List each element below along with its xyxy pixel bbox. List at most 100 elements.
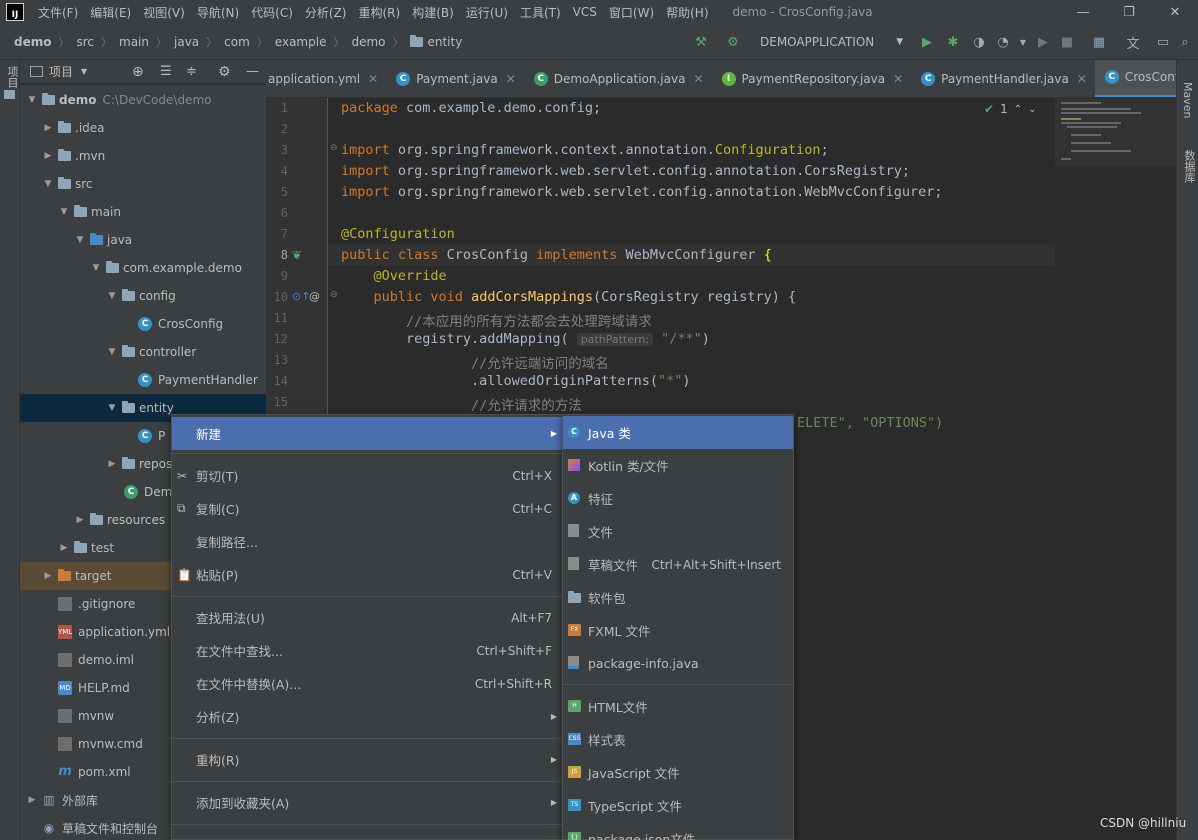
- chevron-up-icon[interactable]: ⌃: [1014, 104, 1022, 115]
- chevron-down-icon[interactable]: ▼: [42, 179, 54, 189]
- breadcrumb-item[interactable]: example: [275, 35, 327, 49]
- submenu-item-html[interactable]: H HTML文件: [563, 690, 793, 723]
- menu-item-add-to-favorites[interactable]: 添加到收藏夹(A) ▶: [172, 786, 562, 819]
- chevron-right-icon[interactable]: ▶: [58, 543, 70, 553]
- menu-item-analyze[interactable]: 分析(Z) ▶: [172, 700, 562, 733]
- menu-vcs[interactable]: VCS: [567, 5, 603, 19]
- submenu-item-package-info[interactable]: package-info.java: [563, 647, 793, 680]
- chevron-down-icon[interactable]: ▼: [106, 291, 118, 301]
- chevron-down-icon[interactable]: ⌄: [1028, 104, 1036, 115]
- project-structure-icon[interactable]: ▦: [1090, 33, 1108, 51]
- layout-icon[interactable]: ▭: [1154, 33, 1172, 51]
- attach-icon[interactable]: ▶: [1034, 33, 1052, 51]
- submenu-item-scratch-file[interactable]: 草稿文件 Ctrl+Alt+Shift+Insert: [563, 548, 793, 581]
- tree-node-demo[interactable]: ▼ demo C:\DevCode\demo: [20, 86, 266, 114]
- tree-node-paymenthandler[interactable]: C PaymentHandler: [20, 366, 266, 394]
- more-run-options-icon[interactable]: ▼: [1014, 33, 1032, 51]
- inspection-widget[interactable]: ✔ 1 ⌃ ⌄: [984, 102, 1036, 116]
- minimize-icon[interactable]: —: [1060, 0, 1106, 24]
- close-icon[interactable]: ✕: [1077, 72, 1087, 86]
- chevron-down-icon[interactable]: ▼: [90, 263, 102, 273]
- chevron-right-icon[interactable]: ▶: [42, 151, 54, 161]
- tab-demoapplication[interactable]: C DemoApplication.java ✕: [524, 60, 712, 97]
- tree-node-controller[interactable]: ▼ controller: [20, 338, 266, 366]
- submenu-item-trait[interactable]: A 特征: [563, 482, 793, 515]
- menu-item-refactor[interactable]: 重构(R) ▶: [172, 743, 562, 776]
- submenu-item-package-json[interactable]: {} package.json文件: [563, 822, 793, 840]
- search-icon[interactable]: ⌕: [1176, 33, 1194, 51]
- menu-navigate[interactable]: 导航(N): [191, 4, 245, 21]
- chevron-down-icon[interactable]: ▼: [106, 403, 118, 413]
- run-configuration-selector[interactable]: DEMOAPPLICATION ▼: [760, 24, 903, 60]
- implements-gutter-icon[interactable]: ⊙↑: [292, 290, 310, 303]
- tree-node-com-example-demo[interactable]: ▼ com.example.demo: [20, 254, 266, 282]
- hide-panel-icon[interactable]: —: [246, 64, 259, 79]
- menu-file[interactable]: 文件(F): [32, 4, 84, 21]
- menu-item-replace-in-files[interactable]: 在文件中替换(A)... Ctrl+Shift+R: [172, 667, 562, 700]
- menu-help[interactable]: 帮助(H): [660, 4, 714, 21]
- project-tool-window-button[interactable]: 项目: [4, 66, 20, 88]
- expand-all-icon[interactable]: ☰: [160, 64, 172, 79]
- submenu-item-typescript[interactable]: TS TypeScript 文件: [563, 789, 793, 822]
- database-tool-window-button[interactable]: 数据库: [1181, 150, 1197, 183]
- menu-item-copy[interactable]: ⧉ 复制(C) Ctrl+C: [172, 492, 562, 525]
- close-icon[interactable]: ✕: [506, 72, 516, 86]
- submenu-item-fxml[interactable]: FX FXML 文件: [563, 614, 793, 647]
- chevron-down-icon[interactable]: ▼: [26, 95, 38, 105]
- menu-item-find-usages[interactable]: 查找用法(U) Alt+F7: [172, 601, 562, 634]
- breadcrumb-item[interactable]: src: [76, 35, 94, 49]
- menu-item-find-in-files[interactable]: 在文件中查找... Ctrl+Shift+F: [172, 634, 562, 667]
- menu-item-new[interactable]: 新建 ▶: [172, 417, 562, 450]
- fold-icon[interactable]: ⊖: [330, 143, 338, 153]
- tree-node-mvn[interactable]: ▶ .mvn: [20, 142, 266, 170]
- coverage-icon[interactable]: ◑: [970, 33, 988, 51]
- tree-node-java[interactable]: ▼ java: [20, 226, 266, 254]
- tree-node-main[interactable]: ▼ main: [20, 198, 266, 226]
- chevron-down-icon[interactable]: ▼: [81, 67, 87, 76]
- breadcrumb-item[interactable]: com: [224, 35, 250, 49]
- menu-tools[interactable]: 工具(T): [514, 4, 567, 21]
- restore-icon[interactable]: ❐: [1106, 0, 1152, 24]
- profiler-icon[interactable]: ◔: [994, 33, 1012, 51]
- submenu-item-kotlin[interactable]: Kotlin 类/文件: [563, 449, 793, 482]
- menu-item-cut[interactable]: ✂ 剪切(T) Ctrl+X: [172, 459, 562, 492]
- menu-view[interactable]: 视图(V): [137, 4, 191, 21]
- menu-analyze[interactable]: 分析(Z): [299, 4, 353, 21]
- menu-window[interactable]: 窗口(W): [603, 4, 660, 21]
- chevron-right-icon[interactable]: ▶: [106, 459, 118, 469]
- translate-icon[interactable]: 文: [1124, 33, 1142, 52]
- submenu-item-file[interactable]: 文件: [563, 515, 793, 548]
- chevron-right-icon[interactable]: ▶: [42, 571, 54, 581]
- chevron-down-icon[interactable]: ▼: [106, 347, 118, 357]
- tree-node-config[interactable]: ▼ config: [20, 282, 266, 310]
- spring-bean-gutter-icon[interactable]: ❦: [292, 248, 302, 262]
- fold-icon[interactable]: ⊖: [330, 290, 338, 300]
- menu-edit[interactable]: 编辑(E): [84, 4, 137, 21]
- submenu-item-package[interactable]: 软件包: [563, 581, 793, 614]
- submenu-item-stylesheet[interactable]: CSS 样式表: [563, 723, 793, 756]
- stop-icon[interactable]: ■: [1058, 33, 1076, 51]
- menu-item-copy-path[interactable]: 复制路径...: [172, 525, 562, 558]
- tab-application-yml[interactable]: application.yml ✕: [266, 60, 386, 97]
- run-icon[interactable]: ▶: [918, 33, 936, 51]
- close-icon[interactable]: ✕: [693, 72, 703, 86]
- tree-node-src[interactable]: ▼ src: [20, 170, 266, 198]
- chevron-right-icon[interactable]: ▶: [74, 515, 86, 525]
- tree-node-idea[interactable]: ▶ .idea: [20, 114, 266, 142]
- menu-refactor[interactable]: 重构(R): [353, 4, 407, 21]
- breadcrumb-item[interactable]: demo: [351, 35, 385, 49]
- chevron-down-icon[interactable]: ▼: [58, 207, 70, 217]
- collapse-all-icon[interactable]: ≑: [186, 64, 197, 79]
- code-minimap[interactable]: [1055, 98, 1176, 166]
- build-hammer-icon[interactable]: ⚒: [692, 33, 710, 51]
- tab-paymenthandler[interactable]: C PaymentHandler.java ✕: [911, 60, 1095, 97]
- chevron-down-icon[interactable]: ▼: [74, 235, 86, 245]
- tab-payment[interactable]: C Payment.java ✕: [386, 60, 524, 97]
- tree-node-crosconfig[interactable]: C CrosConfig: [20, 310, 266, 338]
- override-gutter-icon[interactable]: @: [309, 290, 320, 303]
- submenu-item-java-class[interactable]: C Java 类: [563, 416, 793, 449]
- tab-crosconfig[interactable]: CCrosConfig.java✕: [1094, 60, 1176, 97]
- close-icon[interactable]: ✕: [893, 72, 903, 86]
- menu-code[interactable]: 代码(C): [245, 4, 299, 21]
- project-panel-title[interactable]: 项目: [49, 63, 73, 80]
